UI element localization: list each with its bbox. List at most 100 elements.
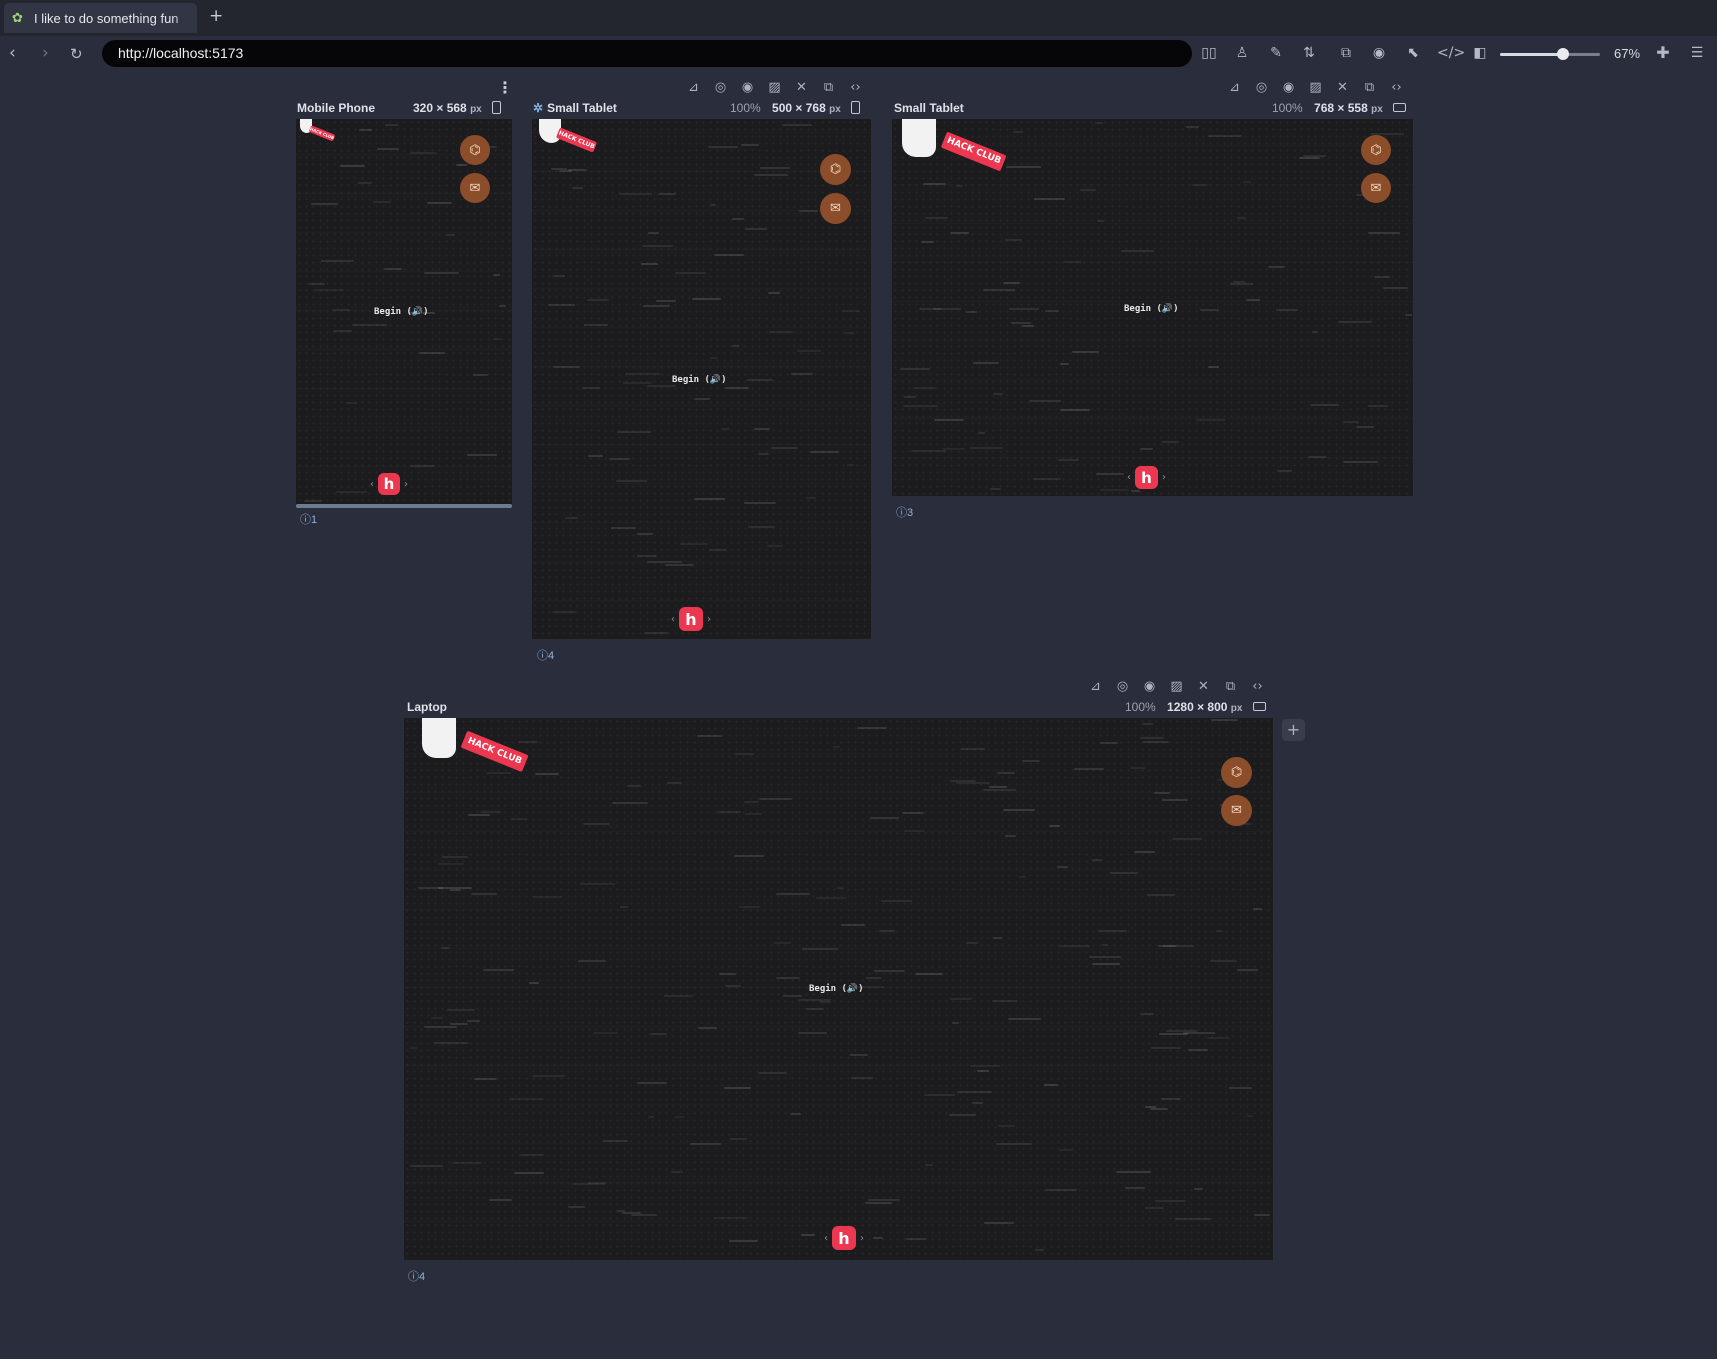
new-tab-button[interactable]: + — [209, 6, 223, 26]
responsive-icon[interactable]: ⧉ — [820, 79, 837, 96]
ruler-icon[interactable]: ⊿ — [1087, 678, 1104, 695]
issues-badge[interactable]: ⓘ4 — [408, 1268, 425, 1284]
browser-tab[interactable]: ✿ I like to do something fun — [4, 3, 197, 33]
star-streak — [1210, 960, 1237, 962]
star-streak — [997, 772, 1015, 774]
device-size: 100% 768 × 558 px — [1272, 101, 1407, 115]
next-arrow-icon[interactable]: › — [404, 479, 408, 490]
issues-badge[interactable]: ⓘ3 — [896, 504, 913, 520]
star-streak — [1247, 1115, 1253, 1117]
hack-club-logo[interactable]: h — [1135, 466, 1158, 489]
star-streak — [514, 1172, 544, 1174]
reload-icon[interactable]: ↻ — [70, 45, 83, 63]
image-icon[interactable]: ▨ — [1168, 678, 1185, 695]
back-icon[interactable]: ‹ — [9, 43, 16, 63]
mail-icon[interactable]: ✉ — [820, 193, 851, 224]
star-streak — [730, 1138, 747, 1140]
star-streak — [603, 1140, 628, 1142]
prev-arrow-icon[interactable]: ‹ — [370, 479, 374, 490]
target-icon[interactable]: ◎ — [1114, 678, 1131, 695]
star-streak — [483, 969, 514, 971]
landscape-orientation-icon[interactable] — [1393, 103, 1407, 112]
star-streak — [806, 1008, 824, 1010]
star-streak — [698, 1027, 717, 1029]
prev-arrow-icon[interactable]: ‹ — [1127, 472, 1131, 483]
star-streak — [410, 465, 435, 467]
portrait-orientation-icon[interactable] — [851, 101, 861, 114]
tools-icon[interactable]: ✕ — [1195, 678, 1212, 695]
star-streak — [1019, 876, 1026, 878]
next-arrow-icon[interactable]: › — [1162, 472, 1166, 483]
target-icon[interactable]: ◎ — [712, 79, 729, 96]
more-options-icon[interactable]: ⋮ — [497, 78, 513, 97]
forward-icon[interactable]: › — [42, 43, 49, 63]
pen-icon[interactable]: ✎ — [1267, 44, 1285, 62]
star-streak — [1049, 825, 1060, 827]
screenshot-icon[interactable]: ◉ — [739, 79, 756, 96]
github-icon[interactable]: ⌬ — [1361, 135, 1391, 165]
screenshot-icon[interactable]: ◉ — [1280, 79, 1297, 96]
layout-icon[interactable]: ▯▯ — [1200, 44, 1218, 62]
star-streak — [680, 543, 708, 545]
mail-icon[interactable]: ✉ — [1361, 173, 1391, 203]
cursor-icon[interactable]: ⬉ — [1404, 44, 1422, 62]
hack-club-logo[interactable]: h — [832, 1226, 856, 1250]
portrait-orientation-icon[interactable] — [492, 101, 502, 114]
star-streak — [725, 985, 741, 987]
ruler-icon[interactable]: ⊿ — [685, 79, 702, 96]
settings-icon[interactable]: ☰ — [1688, 44, 1706, 62]
code-icon[interactable]: </> — [1437, 44, 1465, 62]
image-icon[interactable]: ▨ — [1307, 79, 1324, 96]
star-streak — [493, 274, 500, 276]
extensions-icon[interactable]: ✚ — [1654, 44, 1672, 62]
ruler-icon[interactable]: ⊿ — [1226, 79, 1243, 96]
prev-arrow-icon[interactable]: ‹ — [671, 614, 675, 625]
star-streak — [675, 272, 706, 274]
devtools-icon[interactable]: ‹› — [1249, 678, 1266, 695]
github-icon[interactable]: ⌬ — [1221, 757, 1252, 788]
mail-icon[interactable]: ✉ — [1221, 795, 1252, 826]
star-streak — [957, 1091, 992, 1093]
begin-button[interactable]: Begin (🔊) — [1124, 304, 1179, 314]
star-streak — [637, 1082, 667, 1084]
devtools-icon[interactable]: ‹› — [847, 79, 864, 96]
issues-badge[interactable]: ⓘ4 — [537, 647, 554, 663]
responsive-icon[interactable]: ⧉ — [1222, 678, 1239, 695]
target-icon[interactable]: ◎ — [1253, 79, 1270, 96]
devtools-icon[interactable]: ‹› — [1388, 79, 1405, 96]
next-arrow-icon[interactable]: › — [707, 614, 711, 625]
tools-icon[interactable]: ✕ — [1334, 79, 1351, 96]
begin-button[interactable]: Begin (🔊) — [809, 984, 864, 994]
camera-icon[interactable]: ◉ — [1370, 44, 1388, 62]
next-arrow-icon[interactable]: › — [860, 1233, 864, 1244]
github-icon[interactable]: ⌬ — [820, 154, 851, 185]
star-streak — [970, 1065, 1000, 1067]
responsive-icon[interactable]: ⧉ — [1361, 79, 1378, 96]
zoom-slider[interactable] — [1500, 48, 1600, 60]
tools-icon[interactable]: ✕ — [793, 79, 810, 96]
sync-scroll-icon[interactable]: ✲ — [533, 101, 543, 115]
user-icon[interactable]: ♙ — [1233, 44, 1251, 62]
sync-icon[interactable]: ⇅ — [1300, 44, 1318, 62]
github-icon[interactable]: ⌬ — [460, 135, 490, 165]
app-viewport: HACK CLUB ⌬ ✉ Begin (🔊) ‹ h › — [892, 119, 1413, 496]
begin-button[interactable]: Begin (🔊) — [374, 307, 429, 317]
viewport-scrollbar[interactable] — [296, 504, 512, 508]
issues-badge[interactable]: ⓘ1 — [300, 511, 317, 527]
sidebar-icon[interactable]: ◧ — [1471, 44, 1489, 62]
panels-icon[interactable]: ⧉ — [1333, 44, 1359, 62]
star-streak — [857, 727, 887, 729]
prev-arrow-icon[interactable]: ‹ — [824, 1233, 828, 1244]
hack-club-logo[interactable]: h — [679, 607, 703, 631]
star-streak — [486, 772, 511, 774]
image-icon[interactable]: ▨ — [766, 79, 783, 96]
mail-icon[interactable]: ✉ — [460, 173, 490, 203]
hack-club-logo[interactable]: h — [378, 473, 400, 495]
begin-button[interactable]: Begin (🔊) — [672, 375, 727, 385]
screenshot-icon[interactable]: ◉ — [1141, 678, 1158, 695]
zoom-slider-handle[interactable] — [1557, 48, 1569, 60]
star-streak — [410, 1165, 443, 1167]
add-device-button[interactable]: + — [1282, 719, 1305, 741]
landscape-orientation-icon[interactable] — [1252, 702, 1266, 711]
address-bar[interactable]: http://localhost:5173 — [102, 40, 1192, 67]
